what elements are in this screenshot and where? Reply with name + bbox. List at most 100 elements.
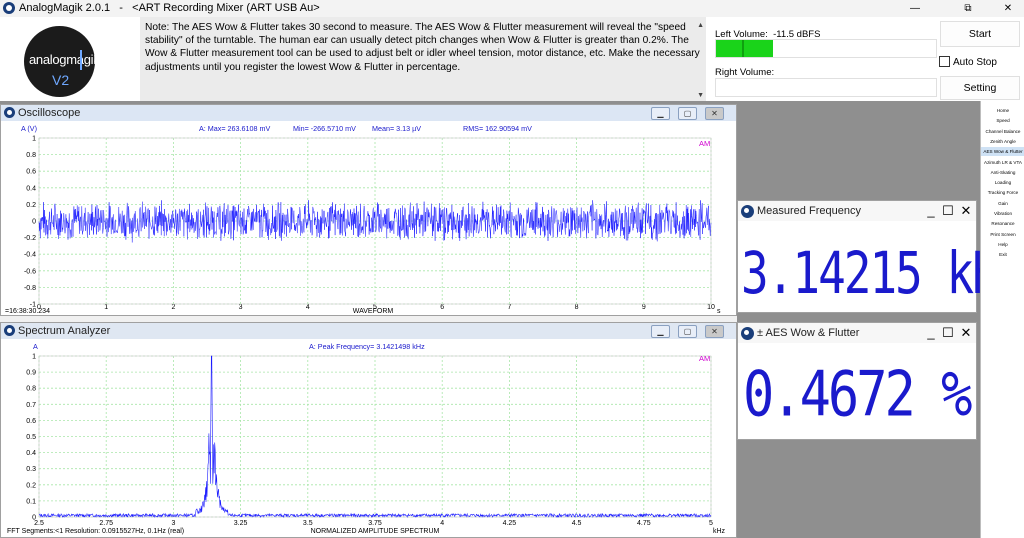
wow-flutter-icon bbox=[741, 327, 754, 340]
measured-frequency-titlebar: Measured Frequency _ ☐ ✕ bbox=[738, 201, 976, 221]
y-tick-label: 0.6 bbox=[26, 418, 36, 425]
oscilloscope-minimize-button[interactable]: ▁ bbox=[651, 107, 670, 120]
logo-bar-icon bbox=[80, 50, 82, 70]
oscilloscope-restore-button[interactable]: ▢ bbox=[678, 107, 697, 120]
wow-flutter-close-button[interactable]: ✕ bbox=[959, 326, 973, 340]
y-tick-label: 1 bbox=[32, 354, 36, 361]
sidebar-item-azimuth-lr-vta[interactable]: Azimuth LR & VTA bbox=[981, 158, 1024, 167]
y-tick-label: 0.9 bbox=[26, 370, 36, 377]
spectrum-plot: 2.5 2.75 3 3.25 3.5 3.75 4 4.25 4.5 4.75 510.90.80… bbox=[7, 342, 726, 535]
y-tick-label: 0.6 bbox=[26, 169, 36, 176]
wow-flutter-minimize-button[interactable]: _ bbox=[924, 326, 938, 340]
spectrum-footer: FFT Segments:<1 Resolution: 0.0915527Hz,… bbox=[7, 528, 184, 535]
y-tick-label: 0.7 bbox=[26, 402, 36, 409]
measured-frequency-restore-button[interactable]: ☐ bbox=[941, 204, 955, 218]
spectrum-mode: AM bbox=[699, 354, 710, 363]
oscilloscope-icon bbox=[4, 107, 15, 118]
measured-frequency-close-button[interactable]: ✕ bbox=[959, 204, 973, 218]
x-tick-label: 7 bbox=[507, 304, 511, 311]
x-tick-label: 3.75 bbox=[368, 520, 382, 527]
x-tick-label: 8 bbox=[575, 304, 579, 311]
sidebar-item-zenith-angle[interactable]: Zenith Angle bbox=[981, 137, 1024, 146]
left-volume-level bbox=[716, 40, 774, 57]
sidebar-item-resonance[interactable]: Resonance bbox=[981, 219, 1024, 228]
oscilloscope-xunit: s bbox=[717, 308, 721, 315]
y-tick-label: 0 bbox=[32, 219, 36, 226]
minimize-button[interactable]: — bbox=[900, 0, 930, 17]
y-tick-label: 0.5 bbox=[26, 434, 36, 441]
y-tick-label: -0.6 bbox=[24, 268, 36, 275]
oscilloscope-xlabel: WAVEFORM bbox=[353, 308, 394, 315]
sidebar-nav: Home Speed Channel Balance Zenith Angle AES … bbox=[980, 101, 1024, 538]
wow-flutter-restore-button[interactable]: ☐ bbox=[941, 326, 955, 340]
spectrum-close-button[interactable]: ✕ bbox=[705, 325, 724, 338]
start-button[interactable]: Start bbox=[940, 21, 1020, 47]
sidebar-item-aes-wow-flutter[interactable]: AES Wow & Flutter bbox=[981, 147, 1024, 157]
x-tick-label: 3 bbox=[239, 304, 243, 311]
right-volume-label: Right Volume: bbox=[715, 67, 775, 78]
x-tick-label: 2 bbox=[171, 304, 175, 311]
measured-frequency-minimize-button[interactable]: _ bbox=[924, 204, 938, 218]
sidebar-item-tracking-force[interactable]: Tracking Force bbox=[981, 188, 1024, 197]
window-title: AnalogMagik 2.0.1 - <ART Recording Mixer… bbox=[19, 2, 320, 14]
sidebar-item-gain[interactable]: Gain bbox=[981, 199, 1024, 208]
oscilloscope-plot: 0 1 2 3 4 5 6 7 8 9 1010.80.60.40.20-0.2-0.4-0.6-0… bbox=[5, 124, 721, 315]
x-tick-label: 3.5 bbox=[303, 520, 313, 527]
y-tick-label: 0.2 bbox=[26, 202, 36, 209]
spectrum-window: Spectrum Analyzer ▁ ▢ ✕ 2.5 2.75 3 3.25 3.5 3… bbox=[0, 322, 737, 538]
checkbox-icon[interactable] bbox=[939, 56, 950, 67]
wow-flutter-value: 0.4672 % bbox=[743, 359, 972, 431]
y-tick-label: -0.4 bbox=[24, 252, 36, 259]
sidebar-item-loading[interactable]: Loading bbox=[981, 178, 1024, 187]
x-tick-label: 10 bbox=[707, 304, 715, 311]
oscilloscope-close-button[interactable]: ✕ bbox=[705, 107, 724, 120]
oscilloscope-mode: AM bbox=[699, 139, 710, 148]
note-text: Note: The AES Wow & Flutter takes 30 sec… bbox=[145, 22, 700, 73]
sidebar-item-exit[interactable]: Exit bbox=[981, 250, 1024, 259]
y-tick-label: 1 bbox=[32, 136, 36, 143]
sidebar-item-anti-skating[interactable]: Anti-Skating bbox=[981, 168, 1024, 177]
spectrum-xlabel: NORMALIZED AMPLITUDE SPECTRUM bbox=[311, 528, 440, 535]
auto-stop-checkbox[interactable]: Auto Stop bbox=[939, 56, 997, 68]
close-button[interactable]: ✕ bbox=[993, 0, 1023, 17]
brand-logo: analogmagik V2 bbox=[24, 26, 95, 97]
spectrum-ylabel: A bbox=[33, 342, 38, 351]
sidebar-item-print-screen[interactable]: Print Screen bbox=[981, 230, 1024, 239]
oscilloscope-rms: RMS= 162.90594 mV bbox=[463, 124, 532, 133]
oscilloscope-timestamp: =16:38:30.234 bbox=[5, 308, 50, 315]
left-volume-meter bbox=[715, 39, 937, 58]
x-tick-label: 6 bbox=[440, 304, 444, 311]
setting-button[interactable]: Setting bbox=[940, 76, 1020, 100]
restore-button[interactable]: ⧉ bbox=[953, 0, 983, 17]
x-tick-label: 4.25 bbox=[503, 520, 517, 527]
sidebar-item-home[interactable]: Home bbox=[981, 106, 1024, 115]
sidebar-item-channel-balance[interactable]: Channel Balance bbox=[981, 127, 1024, 136]
spectrum-icon bbox=[4, 325, 15, 336]
wow-flutter-title: ± AES Wow & Flutter bbox=[757, 327, 860, 339]
spectrum-restore-button[interactable]: ▢ bbox=[678, 325, 697, 338]
y-tick-label: -0.2 bbox=[24, 235, 36, 242]
y-tick-label: 0 bbox=[32, 515, 36, 522]
y-tick-label: 0.4 bbox=[26, 450, 36, 457]
x-tick-label: 4 bbox=[306, 304, 310, 311]
spectrum-minimize-button[interactable]: ▁ bbox=[651, 325, 670, 338]
sidebar-item-help[interactable]: Help bbox=[981, 240, 1024, 249]
y-tick-label: 0.1 bbox=[26, 498, 36, 505]
oscilloscope-mean: Mean= 3.13 µV bbox=[372, 124, 421, 133]
x-tick-label: 5 bbox=[709, 520, 713, 527]
sidebar-item-vibration[interactable]: Vibration bbox=[981, 209, 1024, 218]
oscilloscope-min: Min= -266.5710 mV bbox=[293, 124, 356, 133]
oscilloscope-max: A: Max= 263.6108 mV bbox=[199, 124, 271, 133]
x-tick-label: 1 bbox=[104, 304, 108, 311]
right-volume-meter bbox=[715, 78, 937, 97]
measured-frequency-icon bbox=[741, 205, 754, 218]
y-tick-label: 0.8 bbox=[26, 152, 36, 159]
scroll-up-icon[interactable]: ▲ bbox=[697, 19, 704, 32]
y-tick-label: 0.8 bbox=[26, 386, 36, 393]
sidebar-item-speed[interactable]: Speed bbox=[981, 116, 1024, 125]
x-tick-label: 3.25 bbox=[234, 520, 248, 527]
spectrum-peak-label: A: Peak Frequency= 3.1421498 kHz bbox=[309, 342, 425, 351]
y-tick-label: 0.4 bbox=[26, 185, 36, 192]
x-tick-label: 2.75 bbox=[99, 520, 113, 527]
x-tick-label: 3 bbox=[171, 520, 175, 527]
